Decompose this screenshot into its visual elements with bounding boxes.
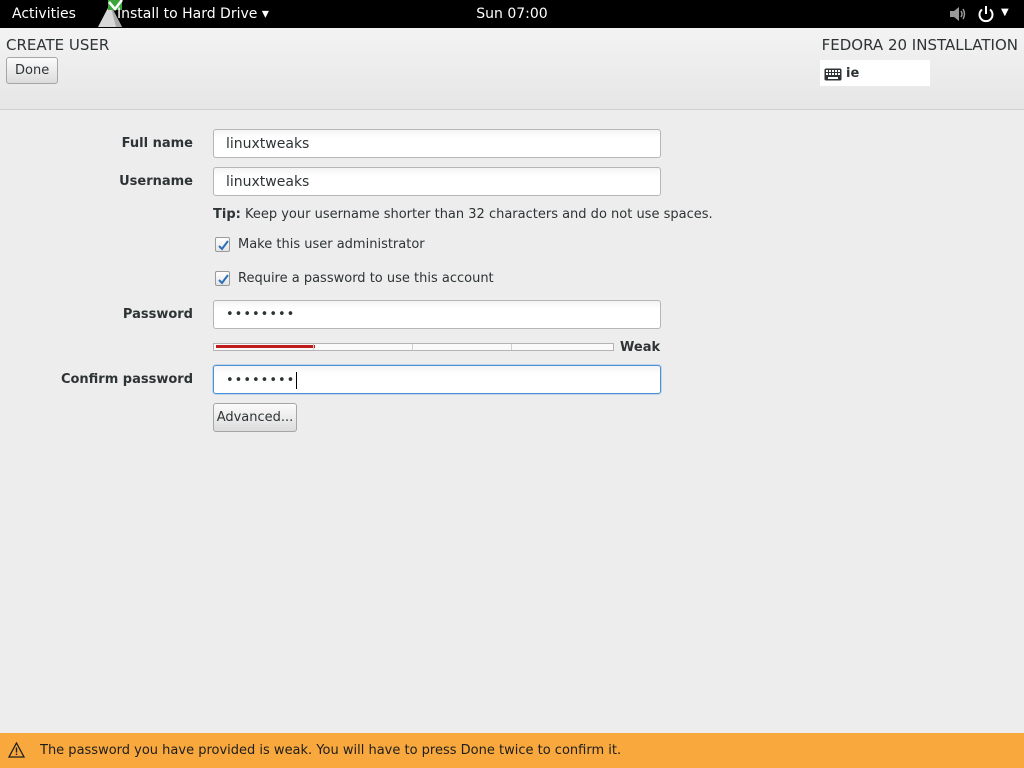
spoke-header: CREATE USER Done FEDORA 20 INSTALLATION … xyxy=(0,28,1024,110)
strength-divider xyxy=(313,344,314,350)
strength-divider xyxy=(511,344,512,350)
username-field[interactable]: linuxtweaks xyxy=(213,167,661,196)
password-strength-fill xyxy=(216,345,315,348)
warning-icon xyxy=(7,741,26,758)
confirm-password-value: •••••••• xyxy=(226,373,296,388)
keyboard-layout-indicator[interactable]: ie xyxy=(820,60,930,86)
password-strength-label: Weak xyxy=(620,340,661,355)
full-name-field[interactable]: linuxtweaks xyxy=(213,129,661,158)
clock[interactable]: Sun 07:00 xyxy=(0,6,1024,22)
admin-checkbox-label[interactable]: Make this user administrator xyxy=(238,237,425,252)
admin-checkbox[interactable] xyxy=(215,237,230,252)
password-strength-meter xyxy=(213,343,614,351)
password-field[interactable]: •••••••• xyxy=(213,300,661,329)
tip-text: Keep your username shorter than 32 chara… xyxy=(240,207,713,222)
password-value: •••••••• xyxy=(226,307,296,322)
keyboard-layout-label: ie xyxy=(846,66,860,81)
checkmark-icon xyxy=(218,274,229,285)
done-button[interactable]: Done xyxy=(6,57,59,84)
advanced-button[interactable]: Advanced... xyxy=(213,403,297,432)
text-caret xyxy=(296,372,298,389)
full-name-value: linuxtweaks xyxy=(226,136,310,152)
warning-message: The password you have provided is weak. … xyxy=(40,743,622,758)
username-label: Username xyxy=(119,174,193,189)
power-icon[interactable] xyxy=(977,5,995,23)
warning-bar[interactable]: The password you have provided is weak. … xyxy=(0,733,1024,768)
confirm-password-label: Confirm password xyxy=(60,372,193,387)
system-menu-arrow-icon[interactable]: ▼ xyxy=(1001,7,1009,18)
top-bar: Activities Install to Hard Drive ▾ Sun 0… xyxy=(0,0,1024,28)
username-value: linuxtweaks xyxy=(226,174,310,190)
require-password-checkbox-label[interactable]: Require a password to use this account xyxy=(238,271,494,286)
spoke-title: CREATE USER xyxy=(6,36,110,54)
strength-divider xyxy=(412,344,413,350)
username-tip: Tip: Keep your username shorter than 32 … xyxy=(213,207,713,222)
password-label: Password xyxy=(122,307,193,322)
keyboard-icon xyxy=(824,66,842,81)
tip-prefix: Tip: xyxy=(213,207,241,222)
confirm-password-field[interactable]: •••••••• xyxy=(213,365,661,394)
volume-icon[interactable] xyxy=(949,6,967,22)
full-name-label: Full name xyxy=(121,136,193,151)
checkmark-icon xyxy=(218,240,229,251)
require-password-checkbox[interactable] xyxy=(215,271,230,286)
product-title: FEDORA 20 INSTALLATION xyxy=(821,36,1018,54)
